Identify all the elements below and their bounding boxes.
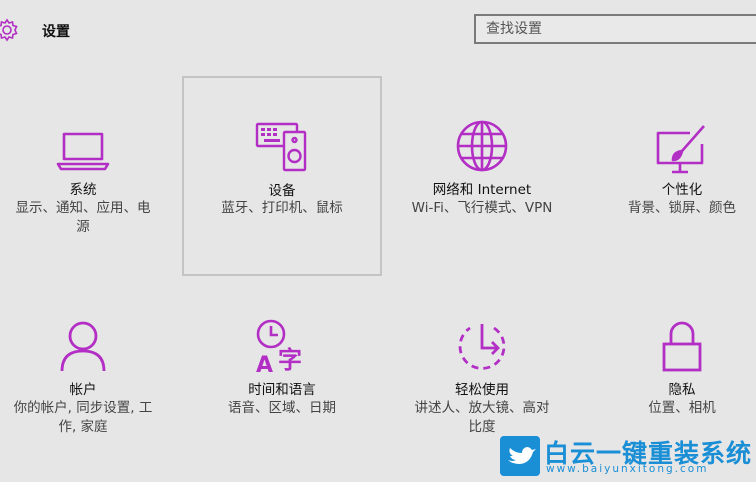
tile-description: 讲述人、放大镜、高对 比度 [392,399,572,437]
tile-description: 语音、区域、日期 [192,399,372,418]
tile-label: 轻松使用 [455,382,509,398]
tile-description: 显示、通知、应用、电 源 [0,199,168,237]
svg-text:字: 字 [278,346,302,374]
search-input[interactable] [476,16,756,42]
tile-label: 时间和语言 [248,382,316,398]
search-box[interactable] [474,14,756,44]
bird-logo-icon [500,436,540,476]
tile-description-line: 语音、区域、日期 [228,400,336,416]
tile-description-line: 显示、通知、应用、电 [15,200,151,216]
page-title: 设置 [42,24,70,40]
tile-description-line: 源 [76,219,90,235]
tile-label: 帐户 [69,382,97,398]
ease-of-access-icon [458,324,506,370]
devices-icon [255,122,307,172]
tile-devices[interactable]: 设备 蓝牙、打印机、鼠标 [182,76,382,276]
tile-description-line: 背景、锁屏、颜色 [628,200,736,216]
lock-icon [662,321,702,372]
svg-text:A: A [256,353,273,374]
tile-network[interactable]: 网络和 Internet Wi-Fi、飞行模式、VPN [382,76,582,276]
tile-personalization[interactable]: 个性化 背景、锁屏、颜色 [582,76,756,276]
tile-description: 背景、锁屏、颜色 [592,199,756,218]
tile-description-line: 作, 家庭 [58,419,108,435]
laptop-icon [56,132,110,171]
tile-description-line: 蓝牙、打印机、鼠标 [221,200,343,216]
watermark-url: www.baiyunxitong.com [546,463,709,475]
tile-label: 系统 [69,182,97,198]
tile-label: 个性化 [661,182,703,198]
tile-description-line: 位置、相机 [648,400,716,416]
tile-time-language[interactable]: A 字 时间和语言 语音、区域、日期 [182,276,382,476]
settings-window: 设置 系统 显示、通知、应用、电 源 [0,0,756,482]
globe-icon [456,120,508,172]
tile-description: Wi-Fi、飞行模式、VPN [382,199,582,218]
tile-description-line: Wi-Fi、飞行模式、VPN [411,200,553,216]
tile-description-line: 你的帐户, 同步设置, 工 [13,400,153,416]
gear-icon [0,18,18,42]
tile-label: 隐私 [668,382,696,398]
person-icon [60,321,106,372]
tile-description: 蓝牙、打印机、鼠标 [187,199,377,218]
tile-system[interactable]: 系统 显示、通知、应用、电 源 [0,76,183,276]
tile-label: 设备 [268,183,296,199]
tile-description: 你的帐户, 同步设置, 工 作, 家庭 [0,399,168,437]
time-language-icon: A 字 [256,319,302,374]
tile-description-line: 讲述人、放大镜、高对 [414,400,550,416]
tile-description: 位置、相机 [592,399,756,418]
personalization-icon [656,125,705,174]
watermark: 白云一键重装系统 www.baiyunxitong.com [500,436,751,476]
tile-accounts[interactable]: 帐户 你的帐户, 同步设置, 工 作, 家庭 [0,276,183,476]
tile-label: 网络和 Internet [432,182,532,198]
